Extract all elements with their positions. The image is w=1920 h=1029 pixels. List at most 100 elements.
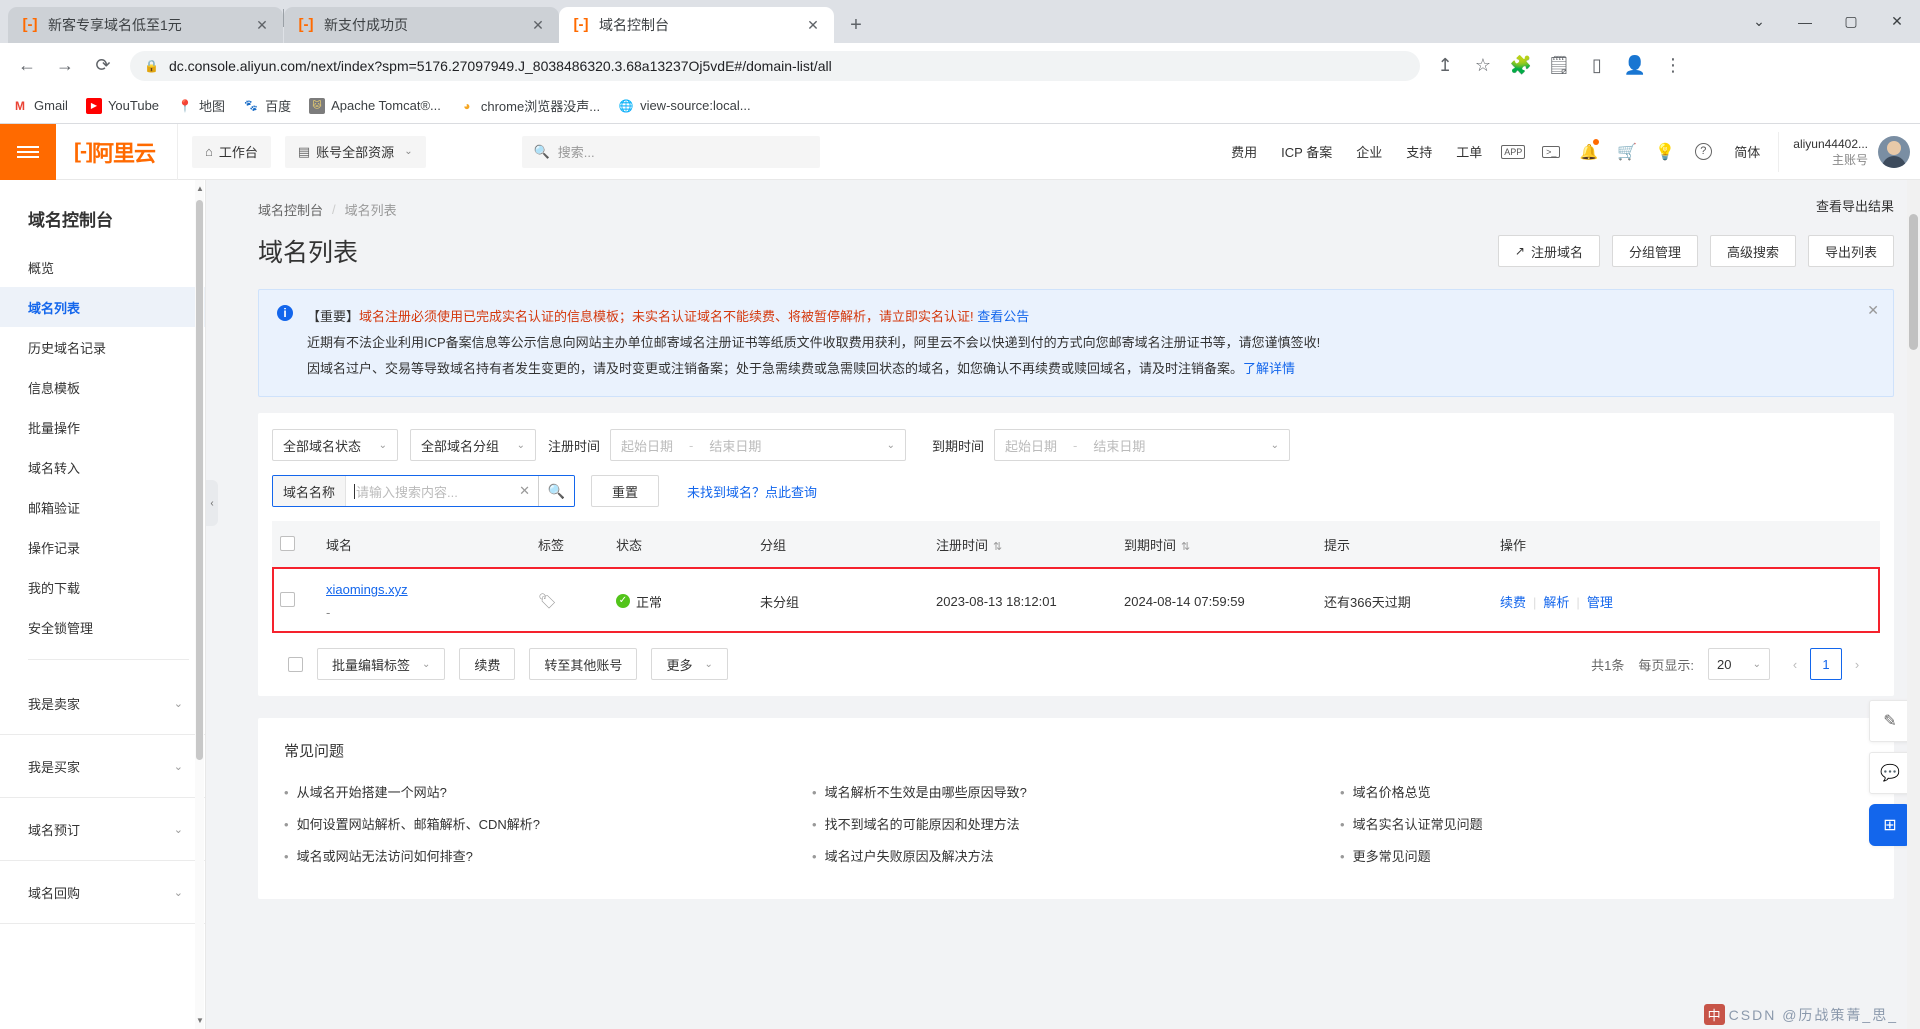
learn-more-link[interactable]: 了解详情: [1243, 361, 1295, 376]
scroll-up-icon[interactable]: ▲: [196, 184, 204, 193]
sidebar-item-security-lock[interactable]: 安全锁管理: [0, 607, 205, 647]
sidebar-item-domain-list[interactable]: 域名列表: [0, 287, 205, 327]
page-number-1[interactable]: 1: [1810, 648, 1842, 680]
sidebar-group-seller[interactable]: 我是卖家 ⌄: [0, 672, 205, 735]
close-icon[interactable]: ✕: [251, 14, 273, 36]
sidebar-item-info-template[interactable]: 信息模板: [0, 367, 205, 407]
tag-icon[interactable]: 🏷: [538, 593, 557, 610]
transfer-account-button[interactable]: 转至其他账号: [529, 648, 638, 680]
bookmark-view-source[interactable]: 🌐 view-source:local...: [618, 98, 751, 114]
bookmark-baidu[interactable]: 🐾 百度: [243, 96, 291, 115]
faq-item[interactable]: • 从域名开始搭建一个网站?: [284, 777, 812, 809]
next-page-button[interactable]: ›: [1842, 648, 1872, 680]
workbench-button[interactable]: ⌂ 工作台: [192, 135, 271, 168]
browser-tab-1[interactable]: [-] 新支付成功页 ✕: [284, 7, 559, 43]
extensions-icon[interactable]: 🧩: [1504, 49, 1538, 83]
sidebar-item-transfer-in[interactable]: 域名转入: [0, 447, 205, 487]
sidebar-item-downloads[interactable]: 我的下载: [0, 567, 205, 607]
page-scrollbar[interactable]: [1907, 180, 1920, 1029]
per-page-select[interactable]: 20 ⌄: [1708, 648, 1770, 680]
bookmark-youtube[interactable]: ▶ YouTube: [85, 97, 159, 114]
sort-icon[interactable]: ⇅: [993, 541, 1002, 553]
sidebar-group-reservation[interactable]: 域名预订 ⌄: [0, 798, 205, 861]
sidebar-group-buyback[interactable]: 域名回购 ⌄: [0, 861, 205, 924]
renew-button[interactable]: 续费: [459, 648, 516, 680]
bell-icon[interactable]: 🔔: [1570, 124, 1608, 180]
minimize-button[interactable]: —: [1782, 0, 1828, 43]
sidebar-item-overview[interactable]: 概览: [0, 247, 205, 287]
language-switcher[interactable]: 简体: [1722, 142, 1772, 161]
faq-item[interactable]: • 域名过户失败原因及解决方法: [812, 841, 1340, 873]
column-register-time[interactable]: 注册时间 ⇅: [928, 521, 1116, 568]
resources-button[interactable]: ▤ 账号全部资源 ⌄: [284, 135, 426, 168]
prev-page-button[interactable]: ‹: [1780, 648, 1810, 680]
column-expire-time[interactable]: 到期时间 ⇅: [1116, 521, 1316, 568]
bookmark-chrome-sound[interactable]: ◕ chrome浏览器没声...: [459, 96, 600, 115]
bookmark-tomcat[interactable]: 🐱 Apache Tomcat®...: [309, 97, 441, 114]
app-icon[interactable]: APP: [1494, 124, 1532, 180]
footer-select-all-checkbox[interactable]: [288, 656, 303, 672]
avatar[interactable]: [1878, 135, 1910, 168]
advanced-search-button[interactable]: 高级搜索: [1709, 235, 1796, 267]
reading-list-icon[interactable]: 🗒: [1542, 49, 1576, 83]
clear-icon[interactable]: ✕: [513, 483, 530, 499]
sidebar-item-op-log[interactable]: 操作记录: [0, 527, 205, 567]
sidebar-item-history[interactable]: 历史域名记录: [0, 327, 205, 367]
cart-icon[interactable]: 🛒: [1608, 124, 1646, 180]
search-input[interactable]: 请输入搜索内容... ✕: [346, 476, 538, 506]
header-link-support[interactable]: 支持: [1394, 142, 1444, 161]
header-link-icp[interactable]: ICP 备案: [1269, 142, 1344, 161]
domain-link[interactable]: xiaomings.xyz: [326, 582, 522, 597]
page-scroll-thumb[interactable]: [1909, 214, 1918, 350]
bookmark-gmail[interactable]: M Gmail: [12, 98, 68, 114]
view-export-result-link[interactable]: 查看导出结果: [1816, 196, 1894, 215]
scroll-down-icon[interactable]: ▼: [196, 1016, 204, 1025]
sidebar-group-buyer[interactable]: 我是买家 ⌄: [0, 735, 205, 798]
faq-item[interactable]: • 域名或网站无法访问如何排查?: [284, 841, 812, 873]
select-all-checkbox[interactable]: [280, 535, 295, 551]
faq-item[interactable]: • 域名价格总览: [1340, 777, 1868, 809]
domain-status-select[interactable]: 全部域名状态 ⌄: [272, 429, 398, 461]
header-link-fees[interactable]: 费用: [1219, 142, 1269, 161]
renew-link[interactable]: 续费: [1500, 595, 1526, 610]
star-icon[interactable]: ☆: [1466, 49, 1500, 83]
help-icon[interactable]: ?: [1684, 124, 1722, 180]
browser-tab-2[interactable]: [-] 域名控制台 ✕: [559, 7, 834, 43]
header-link-ticket[interactable]: 工单: [1444, 142, 1494, 161]
user-menu[interactable]: aliyun44402... 主账号: [1778, 131, 1910, 172]
faq-item[interactable]: • 更多常见问题: [1340, 841, 1868, 873]
share-icon[interactable]: ↥: [1428, 49, 1462, 83]
sidebar-item-batch-ops[interactable]: 批量操作: [0, 407, 205, 447]
register-time-range-picker[interactable]: 起始日期 - 结束日期 ⌄: [610, 429, 907, 461]
aliyun-logo[interactable]: [-] 阿里云: [56, 123, 178, 180]
faq-item[interactable]: • 找不到域名的可能原因和处理方法: [812, 809, 1340, 841]
header-link-enterprise[interactable]: 企业: [1344, 142, 1394, 161]
hamburger-icon[interactable]: [0, 123, 56, 180]
sidebar-scrollbar[interactable]: ▲ ▼: [195, 180, 204, 1029]
expire-time-range-picker[interactable]: 起始日期 - 结束日期 ⌄: [994, 429, 1291, 461]
bookmark-maps[interactable]: 📍 地图: [177, 96, 226, 115]
sort-icon[interactable]: ⇅: [1181, 541, 1190, 553]
manage-link[interactable]: 管理: [1587, 595, 1613, 610]
browser-menu-icon[interactable]: ⋮: [1656, 49, 1690, 83]
close-icon[interactable]: ✕: [802, 14, 824, 36]
bulb-icon[interactable]: 💡: [1646, 124, 1684, 180]
apps-icon[interactable]: ⊞: [1869, 804, 1911, 846]
tab-search-icon[interactable]: ⌄: [1736, 0, 1782, 43]
table-row[interactable]: xiaomings.xyz - 🏷 ✓ 正常 未分组 2023-08-13 18…: [272, 568, 1880, 634]
domain-not-found-link[interactable]: 未找到域名？点此查询: [687, 482, 817, 501]
group-management-button[interactable]: 分组管理: [1611, 235, 1698, 267]
sidepanel-icon[interactable]: ▯: [1580, 49, 1614, 83]
terminal-icon[interactable]: >_: [1532, 124, 1570, 180]
sidebar-scroll-thumb[interactable]: [196, 200, 203, 760]
breadcrumb-root[interactable]: 域名控制台: [258, 200, 323, 219]
reload-icon[interactable]: ⟳: [86, 49, 120, 83]
domain-group-select[interactable]: 全部域名分组 ⌄: [410, 429, 536, 461]
faq-item[interactable]: • 域名解析不生效是由哪些原因导致?: [812, 777, 1340, 809]
faq-item[interactable]: • 域名实名认证常见问题: [1340, 809, 1868, 841]
row-checkbox[interactable]: [280, 592, 295, 607]
sidebar-collapse-handle[interactable]: ‹: [206, 480, 218, 526]
new-tab-button[interactable]: +: [842, 11, 870, 39]
close-icon[interactable]: ✕: [1867, 302, 1879, 319]
register-domain-button[interactable]: ↗ 注册域名: [1497, 235, 1600, 267]
